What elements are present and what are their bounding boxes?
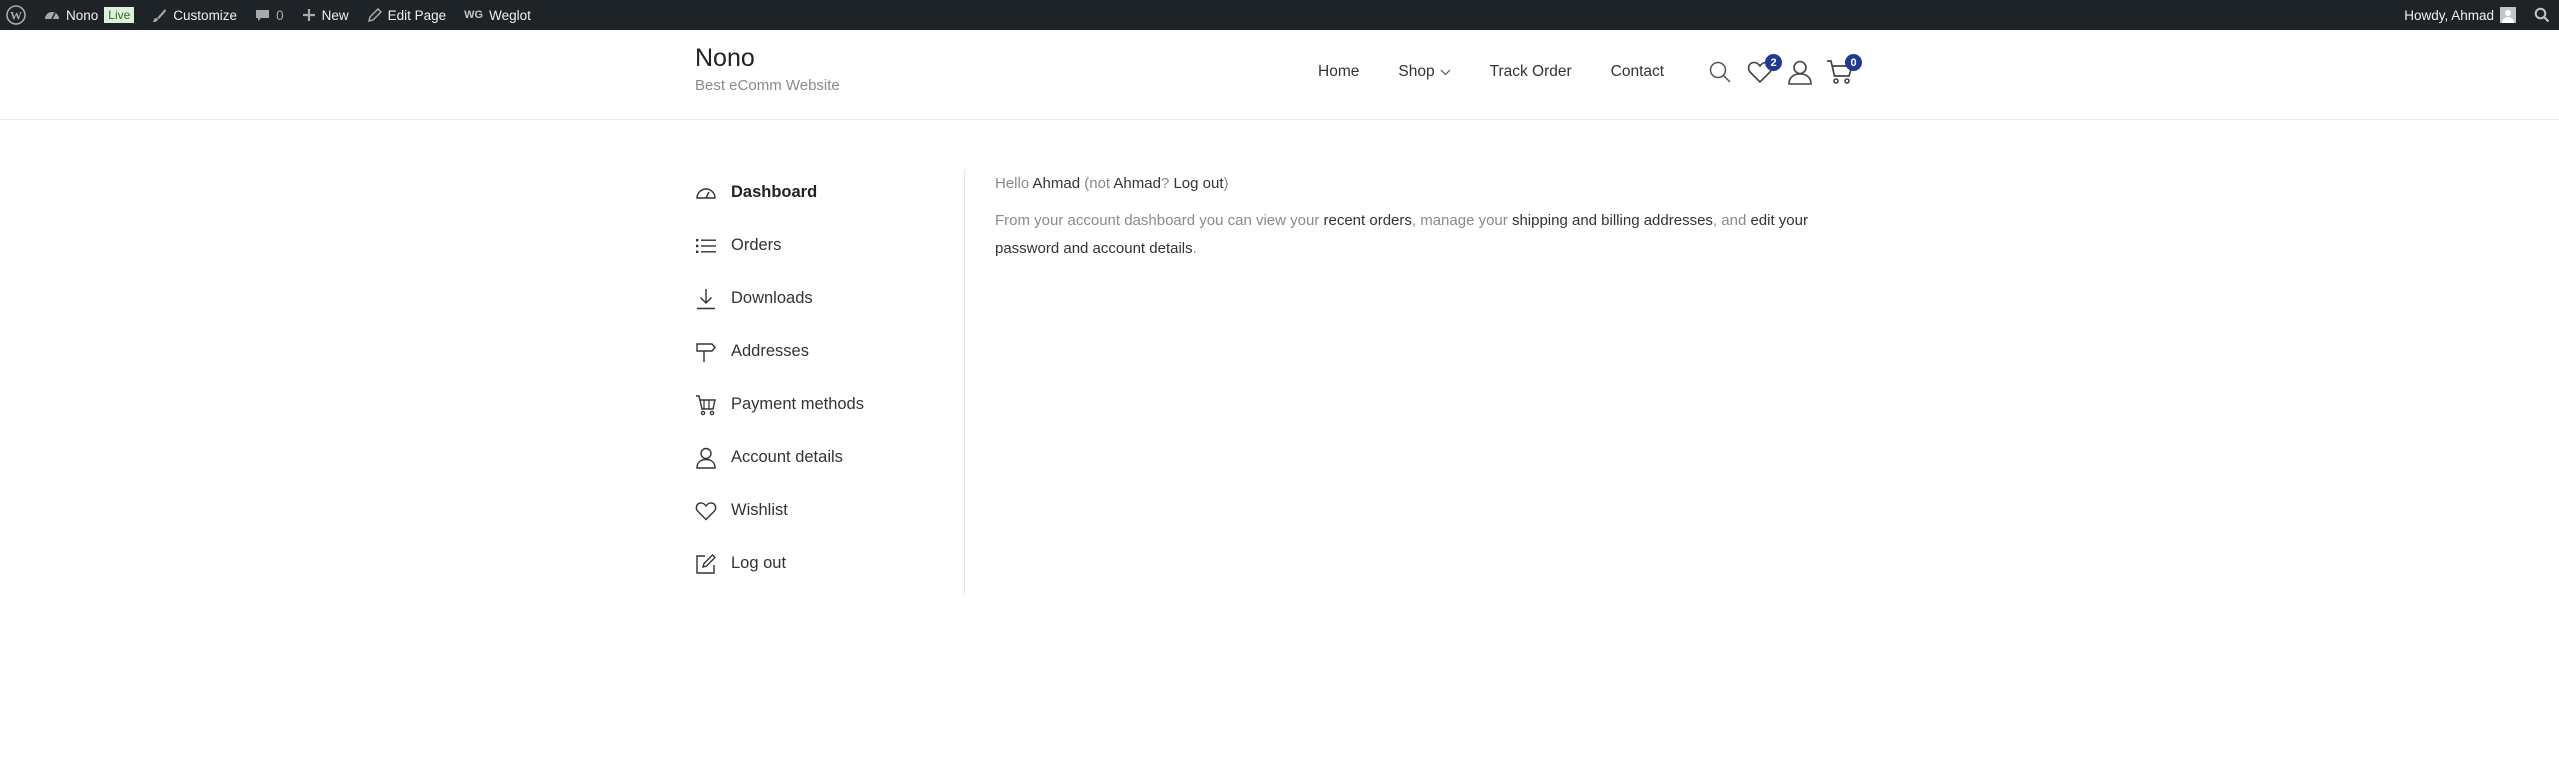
desc-part-1: From your account dashboard you can view… bbox=[995, 212, 1324, 229]
cart-count-badge: 0 bbox=[1845, 54, 1862, 71]
site-header: Nono Best eComm Website Home Shop Track … bbox=[0, 30, 2559, 120]
nav-track-order[interactable]: Track Order bbox=[1490, 63, 1572, 81]
account-nav-account-details[interactable]: Account details bbox=[695, 431, 965, 484]
my-account-menu[interactable]: Howdy, Ahmad bbox=[2395, 0, 2525, 30]
account-nav-dashboard-label: Dashboard bbox=[731, 183, 818, 201]
nav-contact[interactable]: Contact bbox=[1611, 63, 1664, 81]
weglot-label: Weglot bbox=[489, 7, 531, 23]
signpost-icon bbox=[695, 341, 717, 363]
comments-button[interactable]: 0 bbox=[246, 0, 293, 30]
account-nav-downloads[interactable]: Downloads bbox=[695, 272, 965, 325]
nav-home-label: Home bbox=[1318, 63, 1360, 80]
download-icon bbox=[695, 288, 717, 310]
sidebar-divider bbox=[964, 170, 965, 595]
account-nav-addresses-label: Addresses bbox=[731, 342, 809, 360]
account-nav-logout[interactable]: Log out bbox=[695, 537, 965, 590]
search-icon bbox=[2534, 7, 2550, 23]
main-navigation: Home Shop Track Order Contact bbox=[1318, 63, 1664, 81]
addresses-link[interactable]: shipping and billing addresses bbox=[1512, 212, 1713, 229]
wishlist-count-badge: 2 bbox=[1765, 54, 1782, 71]
dashboard-gauge-icon bbox=[45, 12, 59, 20]
user-icon bbox=[695, 447, 717, 469]
user-name-repeat: Ahmad bbox=[1113, 175, 1161, 192]
account-nav-addresses[interactable]: Addresses bbox=[695, 325, 965, 378]
account-nav-payment-methods[interactable]: Payment methods bbox=[695, 378, 965, 431]
hello-text: Hello bbox=[995, 175, 1030, 192]
wordpress-logo-button[interactable]: W bbox=[0, 0, 35, 30]
avatar bbox=[2500, 7, 2516, 23]
weglot-button[interactable]: WG Weglot bbox=[455, 0, 540, 30]
account-dashboard-content: Hello Ahmad (not Ahmad? Log out) From yo… bbox=[995, 170, 1865, 263]
chevron-down-icon bbox=[1440, 69, 1450, 75]
desc-part-3: , and bbox=[1712, 212, 1751, 229]
account-nav-logout-label: Log out bbox=[731, 554, 787, 572]
nav-shop[interactable]: Shop bbox=[1398, 63, 1450, 81]
comments-count: 0 bbox=[276, 7, 284, 23]
comment-icon bbox=[256, 9, 270, 21]
account-nav-account-details-label: Account details bbox=[731, 448, 843, 466]
site-title[interactable]: Nono bbox=[695, 44, 755, 73]
account-nav-wishlist-label: Wishlist bbox=[731, 501, 788, 519]
header-search-button[interactable] bbox=[1706, 58, 1734, 86]
wordpress-icon: W bbox=[6, 5, 26, 25]
greeting-logout-link[interactable]: Log out bbox=[1173, 175, 1223, 192]
list-icon bbox=[695, 235, 717, 257]
header-icons: 2 0 bbox=[1706, 54, 1862, 86]
customize-label: Customize bbox=[173, 7, 238, 23]
edit-icon bbox=[695, 553, 717, 575]
wishlist-button[interactable]: 2 bbox=[1746, 54, 1782, 86]
pencil-icon bbox=[367, 7, 382, 22]
nav-home[interactable]: Home bbox=[1318, 63, 1359, 81]
howdy-label: Howdy, Ahmad bbox=[2404, 7, 2494, 23]
user-icon bbox=[1788, 60, 1812, 85]
new-label: New bbox=[321, 7, 349, 23]
nav-contact-label: Contact bbox=[1610, 63, 1665, 80]
heart-icon bbox=[695, 500, 717, 522]
account-nav-payment-methods-label: Payment methods bbox=[731, 395, 864, 413]
cart-button[interactable]: 0 bbox=[1826, 54, 1862, 86]
question-mark: ? bbox=[1160, 175, 1174, 192]
search-icon bbox=[1709, 61, 1731, 83]
svg-text:W: W bbox=[10, 9, 22, 23]
cart-icon bbox=[695, 394, 717, 416]
paintbrush-icon bbox=[153, 8, 167, 22]
close-paren: ) bbox=[1223, 175, 1229, 192]
customize-button[interactable]: Customize bbox=[143, 0, 246, 30]
admin-search-button[interactable] bbox=[2525, 0, 2559, 30]
greeting-text: Hello Ahmad (not Ahmad? Log out) bbox=[995, 170, 1865, 198]
recent-orders-link[interactable]: recent orders bbox=[1324, 212, 1412, 229]
user-name: Ahmad bbox=[1032, 175, 1081, 192]
edit-page-button[interactable]: Edit Page bbox=[358, 0, 456, 30]
my-account-navigation: Dashboard Orders Downloads Addresses Pay… bbox=[695, 166, 965, 590]
live-badge: Live bbox=[104, 7, 135, 23]
site-name-menu[interactable]: Nono Live bbox=[35, 0, 143, 30]
nav-shop-label: Shop bbox=[1398, 63, 1435, 80]
dashboard-icon bbox=[695, 182, 717, 204]
account-nav-downloads-label: Downloads bbox=[731, 289, 813, 307]
nav-track-order-label: Track Order bbox=[1489, 63, 1572, 80]
desc-end: . bbox=[1192, 240, 1197, 257]
site-tagline: Best eComm Website bbox=[695, 77, 840, 94]
desc-part-2: , manage your bbox=[1411, 212, 1512, 229]
not-prefix: (not bbox=[1080, 175, 1114, 192]
account-nav-orders[interactable]: Orders bbox=[695, 219, 965, 272]
edit-page-label: Edit Page bbox=[387, 7, 447, 23]
wp-admin-bar: W Nono Live Customize 0 New Edit Page WG… bbox=[0, 0, 2559, 30]
weglot-icon: WG bbox=[464, 9, 484, 21]
plus-icon bbox=[302, 9, 315, 21]
new-content-button[interactable]: New bbox=[293, 0, 358, 30]
site-name-label: Nono bbox=[66, 7, 99, 23]
account-nav-orders-label: Orders bbox=[731, 236, 782, 254]
account-button[interactable] bbox=[1786, 58, 1814, 86]
dashboard-description: From your account dashboard you can view… bbox=[995, 207, 1865, 263]
account-nav-dashboard[interactable]: Dashboard bbox=[695, 166, 965, 219]
account-nav-wishlist[interactable]: Wishlist bbox=[695, 484, 965, 537]
